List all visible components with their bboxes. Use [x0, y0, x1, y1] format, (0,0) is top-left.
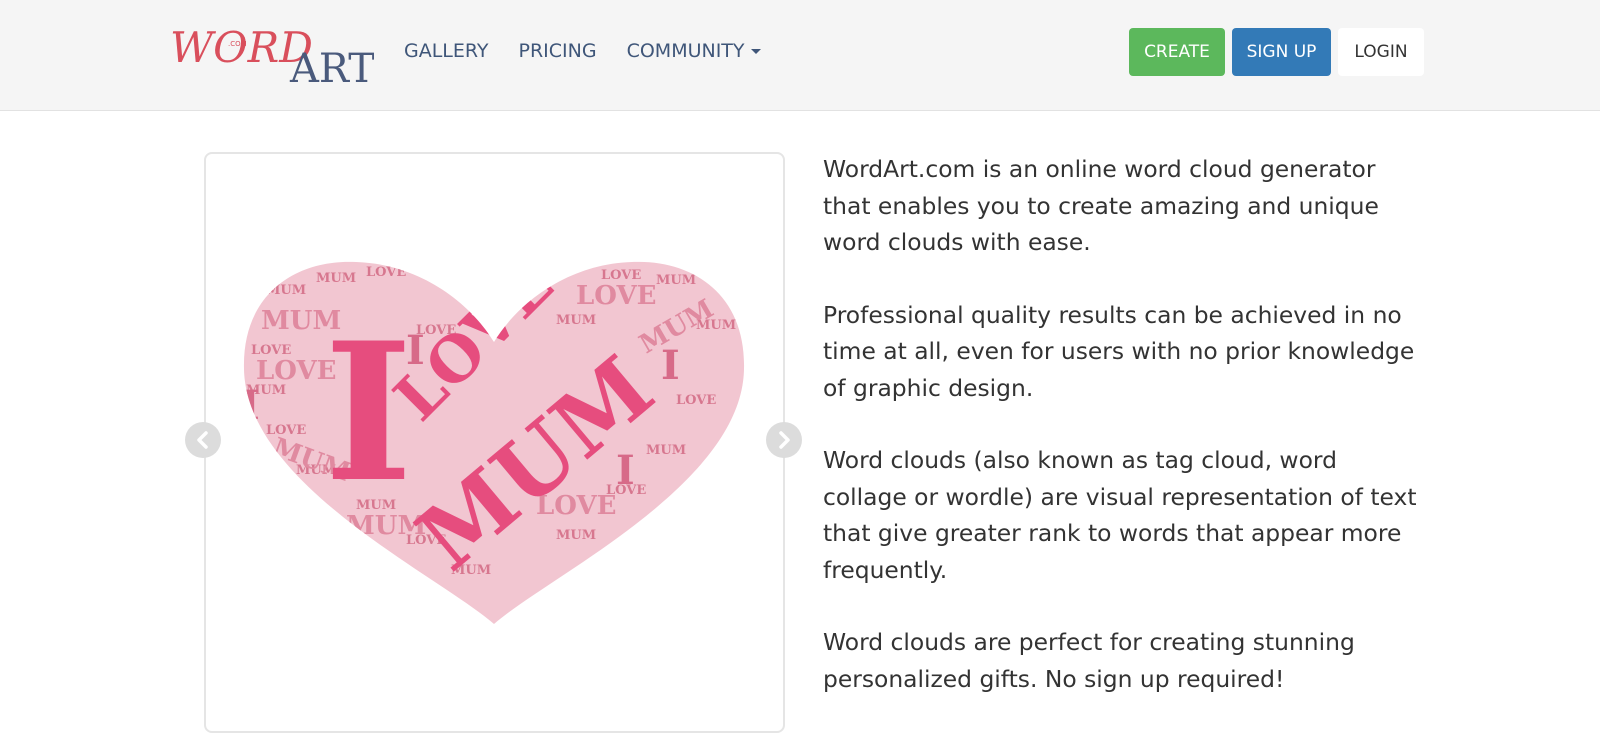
- nav-pricing-link[interactable]: PRICING: [519, 40, 597, 62]
- carousel-prev-button[interactable]: [185, 422, 221, 458]
- nav-pricing-label: PRICING: [518, 40, 597, 62]
- svg-text:I: I: [661, 342, 680, 389]
- svg-text:.COM: .COM: [228, 40, 247, 48]
- svg-text:MUM: MUM: [656, 273, 696, 288]
- svg-text:LOVE: LOVE: [676, 393, 716, 408]
- svg-text:ART: ART: [289, 46, 374, 88]
- wordart-logo[interactable]: WORD .COM ART: [168, 22, 374, 88]
- sign-up-button[interactable]: SIGN UP: [1232, 28, 1331, 76]
- chevron-right-icon: [779, 431, 790, 449]
- svg-text:I: I: [241, 382, 260, 429]
- nav-gallery-label: GALLERY: [404, 40, 489, 62]
- svg-text:MUM: MUM: [316, 271, 356, 286]
- svg-text:LOVE: LOVE: [576, 281, 656, 311]
- svg-text:MUM: MUM: [556, 313, 596, 328]
- description-paragraph: Professional quality results can be achi…: [823, 300, 1415, 402]
- svg-text:LOVE: LOVE: [366, 265, 406, 280]
- nav-gallery-link[interactable]: GALLERY: [404, 40, 489, 62]
- description-paragraph: Word clouds are perfect for creating stu…: [823, 628, 1355, 693]
- main-nav: GALLERY PRICING COMMUNITY: [404, 40, 791, 62]
- svg-text:MUM: MUM: [556, 528, 596, 543]
- nav-community-label: COMMUNITY: [626, 40, 745, 62]
- create-button[interactable]: CREATE: [1129, 28, 1225, 76]
- login-button[interactable]: LOGIN: [1338, 28, 1424, 76]
- nav-community-dropdown[interactable]: COMMUNITY: [627, 40, 761, 62]
- caret-down-icon: [750, 48, 761, 54]
- svg-text:MUM: MUM: [266, 283, 306, 298]
- main-content: MUM MUM LOVE LOVE MUM MUM LOVE MUM LOVE …: [0, 111, 1600, 740]
- description-paragraph: Word clouds (also known as tag cloud, wo…: [823, 446, 1417, 584]
- svg-text:I: I: [324, 301, 413, 524]
- carousel-next-button[interactable]: [766, 422, 802, 458]
- intro-description: WordArt.com is an online word cloud gene…: [823, 151, 1423, 733]
- top-navbar: WORD .COM ART GALLERY PRICING COMMUNITY …: [0, 0, 1600, 111]
- description-paragraph: WordArt.com is an online word cloud gene…: [823, 155, 1379, 256]
- heart-word-cloud-image: MUM MUM LOVE LOVE MUM MUM LOVE MUM LOVE …: [241, 262, 745, 624]
- wordart-logo-image: WORD .COM ART: [170, 23, 374, 88]
- svg-text:MUM: MUM: [646, 443, 686, 458]
- auth-buttons: CREATE SIGN UP LOGIN: [1129, 28, 1424, 76]
- chevron-left-icon: [197, 431, 208, 449]
- word-cloud-carousel: MUM MUM LOVE LOVE MUM MUM LOVE MUM LOVE …: [204, 152, 785, 733]
